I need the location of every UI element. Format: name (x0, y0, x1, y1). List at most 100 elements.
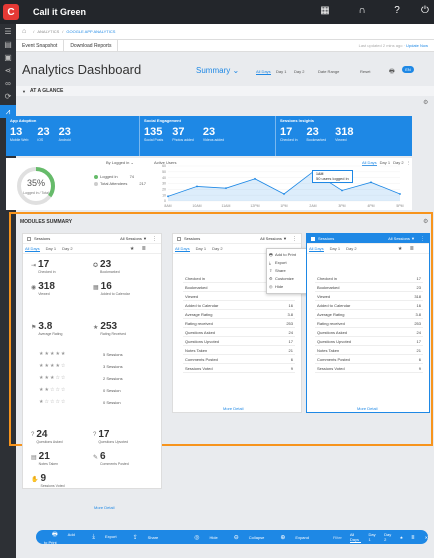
star-row: ★★☆☆☆ (39, 387, 67, 393)
session-filter[interactable]: All Sessions ▼ (260, 236, 287, 241)
menu-item-add-to-print[interactable]: 🖶 Add to Print (269, 251, 311, 259)
y-tick-label: 60 (162, 164, 166, 168)
range-day-2[interactable]: Day 2 (384, 532, 392, 542)
tab-all-days[interactable]: All Days (309, 246, 324, 252)
table-row: Bookmarked 23 (315, 283, 423, 292)
tab-day-1[interactable]: Day 1 (46, 246, 56, 251)
more-icon[interactable]: ⋮ (152, 236, 157, 242)
update-now-link[interactable]: Update Now (406, 43, 428, 48)
list-view-icon[interactable]: ≣ (411, 535, 414, 540)
share-icon[interactable]: ⋖ (0, 66, 16, 76)
app-adoption-group: App Adoption 13 Mobile Web 23 iOS 23 Androi… (6, 116, 140, 156)
breadcrumb-google-app-analytics[interactable]: GOOGLE APP ANALYTICS (66, 29, 115, 34)
row-label: Viewed (185, 293, 199, 299)
row-label: Notes Taken (317, 347, 340, 353)
by-logged-dropdown[interactable]: By Logged in ⌄ (106, 160, 134, 165)
select-checkbox[interactable] (27, 236, 31, 241)
collapse-button[interactable]: ⊖ Collapse (226, 534, 265, 541)
select-checkbox[interactable] (177, 236, 181, 241)
range-day-1[interactable]: Day 1 (369, 532, 377, 542)
row-label: Bookmarked (317, 284, 340, 290)
y-tick-label: 0 (164, 199, 166, 203)
gear-icon[interactable]: ⚙ (423, 99, 428, 106)
share-button[interactable]: ⇪ Share (125, 534, 159, 541)
range-date-range[interactable]: Date Range (318, 69, 339, 74)
row-label: Questions Asked (185, 329, 216, 335)
session-filter[interactable]: All Sessions ▼ (388, 236, 415, 241)
menu-icon[interactable]: ☰ (0, 27, 16, 37)
headset-icon[interactable]: ∩ (355, 5, 369, 16)
more-icon[interactable]: ⋮ (420, 236, 425, 242)
tab-day-1[interactable]: Day 1 (196, 246, 206, 251)
row-label: Checked in (185, 275, 206, 281)
close-icon[interactable]: ✕ (425, 535, 428, 540)
sync-icon[interactable]: ⟳ (0, 92, 16, 102)
table-row: Checked in 17 (315, 274, 423, 283)
tab-day-2[interactable]: Day 2 (212, 246, 222, 251)
menu-item-hide[interactable]: ◎ Hide (269, 283, 311, 291)
range-all-days[interactable]: All Days (349, 532, 361, 543)
reports-icon[interactable]: ▤ (0, 40, 16, 50)
tab-event-snapshot[interactable]: Event Snapshot (16, 39, 65, 52)
row-value: 3.8 (287, 311, 293, 317)
tab-all-days[interactable]: All Days (175, 246, 190, 252)
expand-icon: ⊕ (280, 534, 286, 541)
filter-icon: ▼ (411, 236, 415, 241)
calendar-icon[interactable]: ▦ (318, 5, 332, 16)
star-row: ★★★☆☆ (39, 375, 67, 381)
home-icon[interactable]: ⌂ (22, 28, 26, 35)
star-icon[interactable]: ★ (130, 246, 134, 252)
hide-button[interactable]: ◎ Hide (186, 534, 217, 541)
row-label: Bookmarked (185, 284, 208, 290)
star-icon: ★ (93, 325, 99, 331)
tab-day-2[interactable]: Day 2 (62, 246, 72, 251)
select-checkbox[interactable] (311, 236, 315, 241)
row-label: Comments Posted (317, 356, 350, 362)
help-icon[interactable]: ? (390, 5, 404, 16)
list-view-icon[interactable]: ≣ (410, 246, 414, 252)
link-icon[interactable]: ∞ (0, 79, 16, 89)
tab-download-reports[interactable]: Download Reports (64, 39, 119, 52)
row-value: 16 (288, 302, 293, 308)
menu-item-customize[interactable]: ⚙ Customize (269, 275, 311, 283)
star-icon[interactable]: ★ (398, 246, 402, 252)
at-a-glance-header[interactable]: ▼ AT A GLANCE (16, 86, 434, 96)
menu-item-share[interactable]: ⇪ Share (269, 267, 311, 275)
row-label: Average Rating (317, 311, 345, 317)
more-detail-link[interactable]: More Detail (223, 406, 243, 411)
export-button[interactable]: ⤓ Export (84, 534, 116, 541)
tab-day-1[interactable]: Day 1 (330, 246, 340, 251)
range-all-days[interactable]: All Days (256, 69, 271, 75)
session-filter[interactable]: All Sessions ▼ (120, 236, 147, 241)
star-icon[interactable]: ★ (400, 535, 404, 540)
gear-icon[interactable]: ⚙ (423, 218, 428, 225)
data-point (399, 193, 401, 195)
language-badge[interactable]: EN (402, 66, 414, 73)
note-icon: ▤ (31, 455, 37, 461)
clipboard-icon[interactable]: ▣ (0, 53, 16, 63)
print-icon[interactable]: 🖶 (389, 67, 395, 77)
more-detail-link[interactable]: More Detail (94, 505, 114, 510)
row-label: Sessions Voted (317, 365, 345, 371)
more-icon[interactable]: ⋮ (292, 236, 297, 242)
range-day-1[interactable]: Day 1 (276, 69, 286, 74)
add-to-print-button[interactable]: 🖶 Add to Print (44, 530, 76, 545)
range-day-2[interactable]: Day 2 (294, 69, 304, 74)
tab-day-2[interactable]: Day 2 (346, 246, 356, 251)
question-icon: ? (31, 432, 35, 438)
data-point (254, 177, 256, 180)
expand-button[interactable]: ⊕ Expand (272, 534, 309, 541)
sessions-table: Checked in 17 Bookmarked 23 Viewed 318 Added t… (315, 274, 423, 373)
menu-item-export[interactable]: ⤓ Export (269, 259, 311, 267)
list-view-icon[interactable]: ≣ (142, 246, 146, 252)
power-icon[interactable]: ⏻ (418, 5, 432, 16)
reset-button[interactable]: Reset (360, 69, 370, 74)
social-engagement-group: Social Engagement 135 Social Posts 37 Phot… (140, 116, 276, 156)
active-users-chart: 60 50 40 30 2010 08AM 10AM 11AM 12PM 1PM 2AM 3PM 4PM… (162, 164, 404, 208)
brand-logo[interactable]: C (3, 4, 19, 20)
more-detail-link[interactable]: More Detail (357, 406, 377, 411)
summary-dropdown[interactable]: Summary ⌄ (196, 66, 239, 75)
breadcrumb-analytics[interactable]: ANALYTICS (37, 29, 59, 34)
tab-all-days[interactable]: All Days (25, 246, 40, 252)
more-icon[interactable]: ⋮ (407, 160, 411, 166)
